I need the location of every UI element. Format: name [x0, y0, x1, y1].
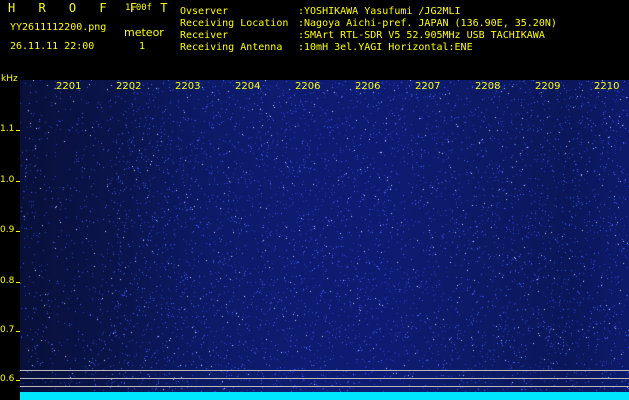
y-tick-label: 0.6	[0, 374, 15, 384]
y-tick-label: 1.0	[0, 175, 15, 185]
receiver-value: :SMArt RTL-SDR V5 52.905MHz USB TACHIKAW…	[298, 30, 545, 41]
location-value: :Nagoya Aichi-pref. JAPAN (136.90E, 35.2…	[298, 18, 557, 29]
receiver-label: Receiver	[180, 30, 229, 41]
minute-label: 2203	[175, 81, 201, 92]
minute-label: 2202	[116, 81, 142, 92]
minute-label: 2206	[355, 81, 381, 92]
y-tick-label: 1.1	[0, 124, 15, 134]
antenna-label: Receiving Antenna	[180, 42, 283, 53]
minute-label: 2204	[235, 81, 261, 92]
observer-value: :YOSHIKAWA Yasufumi /JG2MLI	[298, 6, 461, 17]
minute-label: 2208	[475, 81, 501, 92]
spectrogram[interactable]: 2201 2202 2203 2204 2206 2206 2207 2208 2209 2210	[20, 80, 629, 400]
y-axis-unit: kHz	[1, 74, 18, 84]
y-tick-label: 0.8	[0, 276, 15, 286]
mode-label: meteor	[124, 26, 164, 39]
baseline-strip	[20, 392, 629, 400]
file-name: YY2611112200.png	[10, 22, 107, 33]
antenna-value: :10mH 3el.YAGI Horizontal:ENE	[298, 42, 473, 53]
minute-label: 2206	[295, 81, 321, 92]
mode-value: 1	[139, 41, 146, 52]
spectrogram-noise	[20, 80, 629, 400]
y-tick-label: 0.9	[0, 225, 15, 235]
location-label: Receiving Location	[180, 18, 289, 29]
app-version: 1.00f	[125, 3, 153, 13]
minute-label: 2210	[594, 81, 620, 92]
minute-label: 2209	[535, 81, 561, 92]
band-line-middle	[20, 378, 629, 379]
y-tick-label: 0.7	[0, 325, 15, 335]
band-line-upper	[20, 370, 629, 371]
minute-label: 2201	[56, 81, 82, 92]
observer-label: Ovserver	[180, 6, 229, 17]
timestamp: 26.11.11 22:00	[10, 41, 95, 52]
minute-label: 2207	[415, 81, 441, 92]
band-line-lower	[20, 386, 629, 387]
